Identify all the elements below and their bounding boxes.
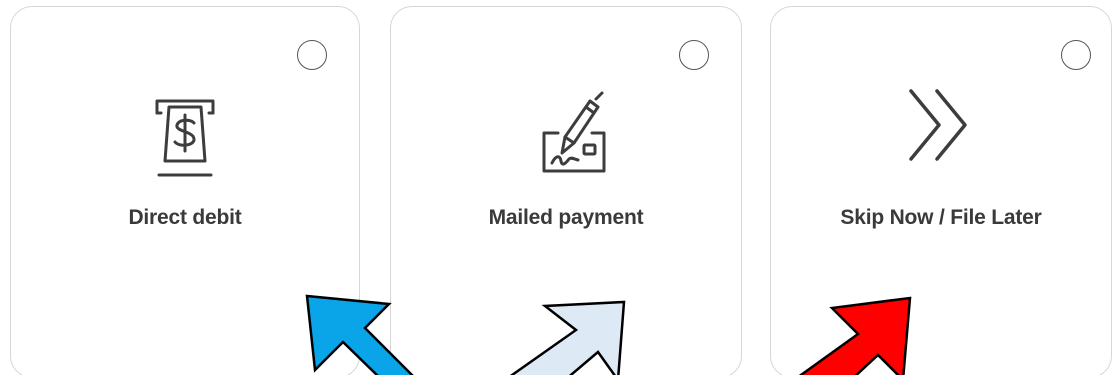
option-card-skip-now[interactable]: Skip Now / File Later (770, 6, 1112, 375)
option-card-mailed-payment[interactable]: Mailed payment (390, 6, 742, 375)
option-label: Direct debit (128, 206, 242, 229)
radio-mailed-payment[interactable] (679, 40, 709, 70)
check-signing-icon (391, 87, 741, 187)
option-label: Mailed payment (488, 206, 644, 229)
atm-cash-icon (11, 87, 359, 187)
radio-direct-debit[interactable] (297, 40, 327, 70)
option-card-direct-debit[interactable]: Direct debit (10, 6, 360, 375)
double-chevron-right-icon (771, 87, 1111, 187)
option-label: Skip Now / File Later (840, 206, 1042, 229)
payment-method-selector: Direct debit Mailed payment Skip Now / F… (0, 0, 1113, 375)
radio-skip-now[interactable] (1061, 40, 1091, 70)
